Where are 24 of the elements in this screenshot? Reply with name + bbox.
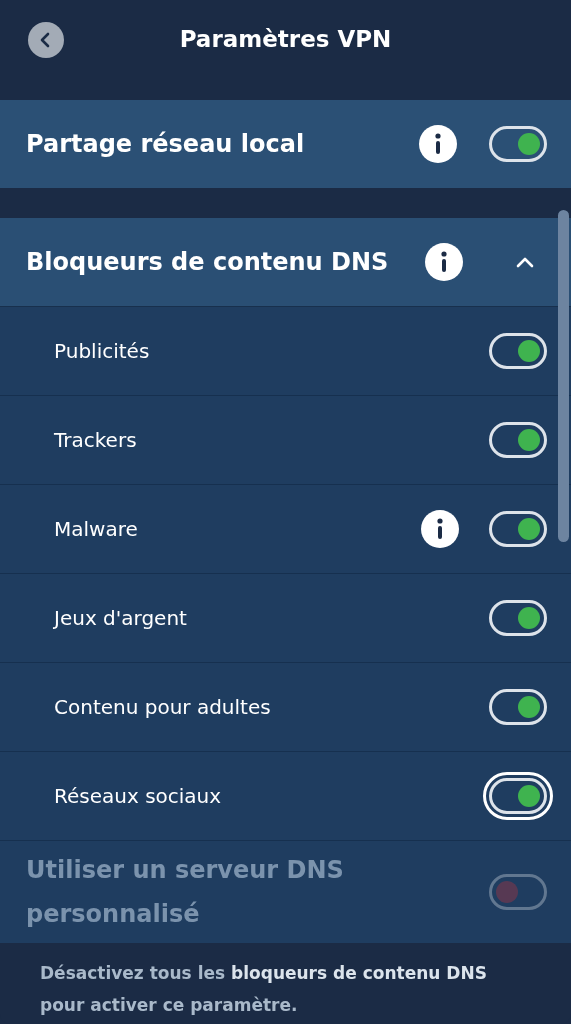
- hint-text: Désactivez tous les bloqueurs de contenu DNS pour activer ce paramètre.: [40, 962, 488, 1017]
- toggle-switch[interactable]: [489, 126, 547, 162]
- toggle-switch[interactable]: [489, 600, 547, 636]
- setting-label: Malware: [54, 517, 139, 541]
- setting-label: Réseaux sociaux: [54, 784, 223, 808]
- scrollbar[interactable]: [558, 210, 569, 542]
- setting-label: Contenu pour adultes: [54, 695, 272, 719]
- section-title: Bloqueurs de contenu DNS: [26, 248, 390, 276]
- toggle-switch[interactable]: [489, 333, 547, 369]
- setting-label: Trackers: [54, 428, 138, 452]
- setting-label: Partage réseau local: [26, 130, 306, 158]
- page-title: Paramètres VPN: [179, 25, 392, 54]
- setting-label: Utiliser un serveur DNS personnalisé: [26, 855, 345, 930]
- info-icon[interactable]: [425, 243, 463, 281]
- toggle-switch[interactable]: [489, 689, 547, 725]
- toggle-switch[interactable]: [489, 422, 547, 458]
- info-icon[interactable]: [421, 510, 459, 548]
- toggle-switch[interactable]: [489, 778, 547, 814]
- info-icon[interactable]: [419, 125, 457, 163]
- toggle-switch[interactable]: [489, 511, 547, 547]
- setting-label: Publicités: [54, 339, 151, 363]
- chevron-icon[interactable]: [515, 256, 535, 268]
- setting-label: Jeux d'argent: [54, 606, 188, 630]
- back-button[interactable]: [28, 22, 64, 58]
